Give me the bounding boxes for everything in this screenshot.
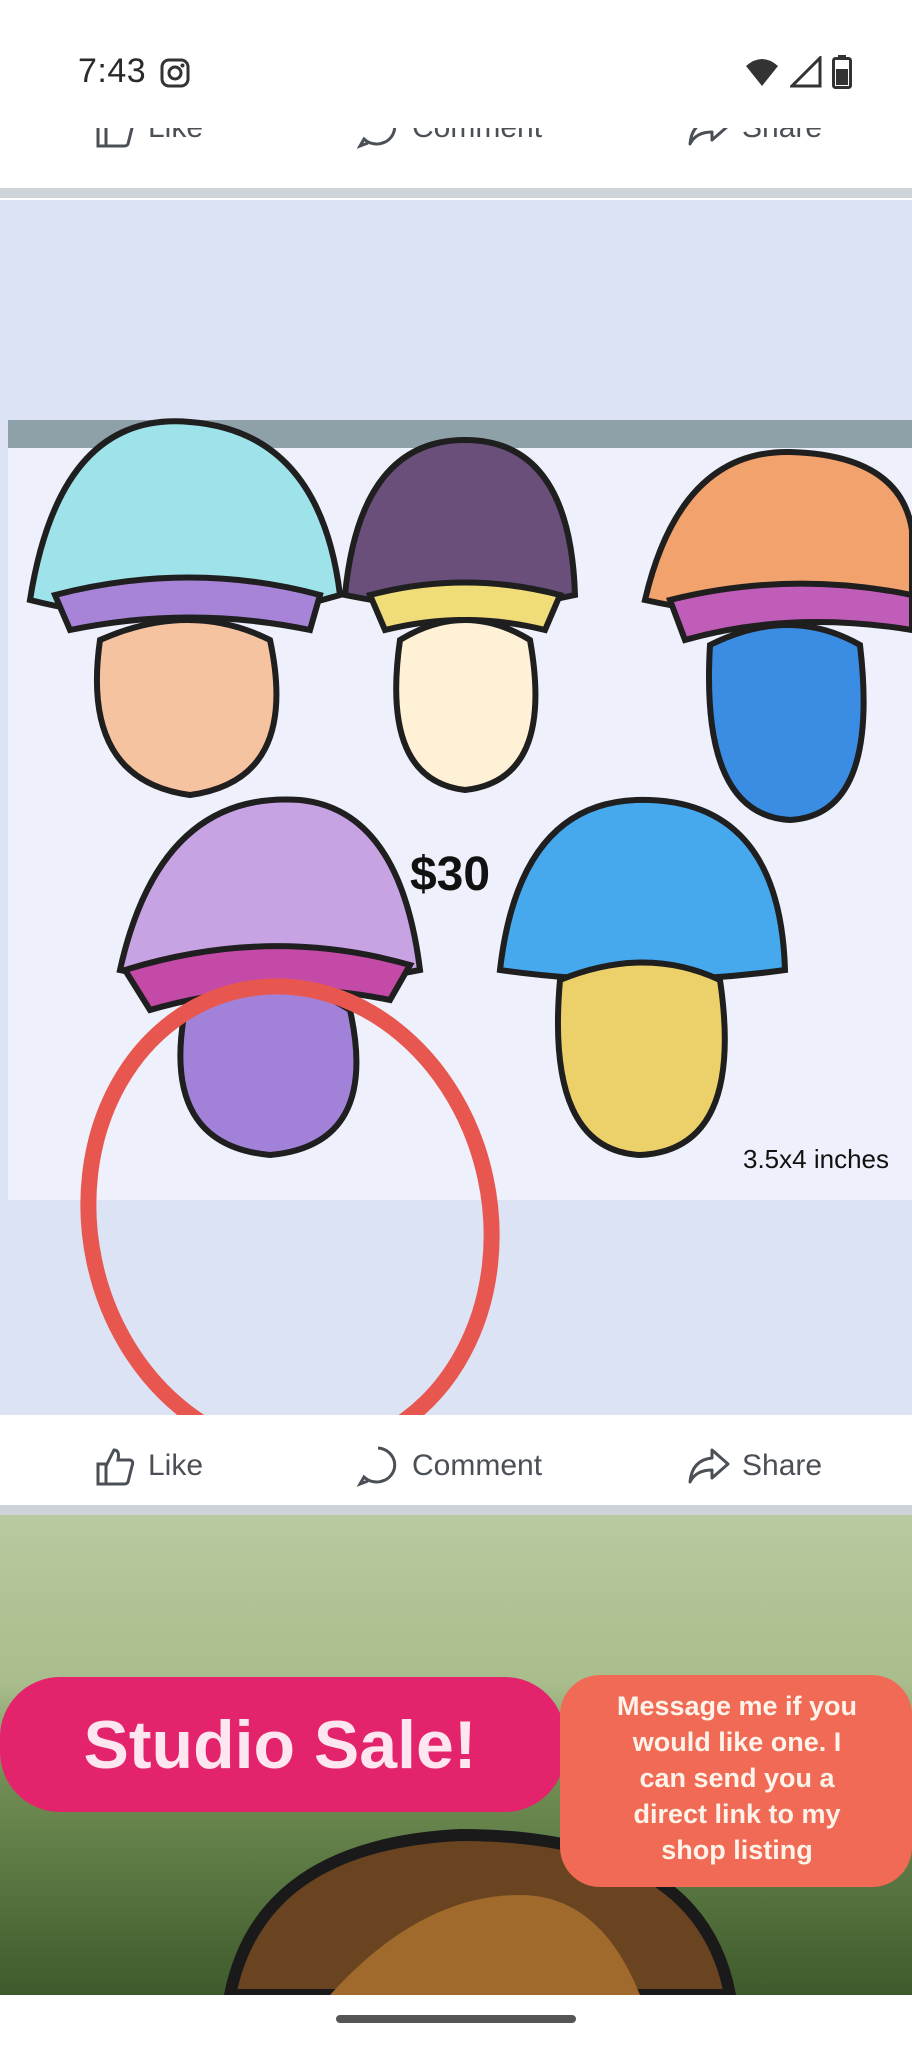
- thumbs-up-icon: [96, 1448, 135, 1486]
- mushroom-suncatchers-image: X $30 3.5x4 inches: [0, 200, 912, 1415]
- next-post-image[interactable]: Studio Sale! Message me if you would lik…: [0, 1515, 912, 1995]
- share-label: Share: [742, 128, 822, 145]
- message-line: shop listing: [661, 1835, 813, 1865]
- like-button[interactable]: Like: [92, 128, 203, 150]
- message-line: direct link to my: [633, 1799, 840, 1829]
- status-bar: 7:43: [0, 0, 912, 130]
- instagram-icon: [160, 58, 190, 88]
- share-icon: [688, 1448, 730, 1484]
- previous-post-actions: Like Comment Share: [0, 128, 912, 188]
- comment-icon: [356, 1446, 397, 1487]
- navigation-bar: [0, 1995, 912, 2048]
- message-line: would like one. I: [632, 1727, 842, 1757]
- system-icons: [744, 55, 852, 89]
- wifi-icon: [746, 59, 778, 86]
- x-mark: X: [400, 200, 540, 245]
- comment-label: Comment: [412, 128, 542, 145]
- price-overlay: $30: [410, 848, 490, 901]
- battery-icon: [832, 55, 852, 89]
- post-divider: [0, 188, 912, 198]
- comment-button[interactable]: Comment: [356, 128, 542, 150]
- home-gesture-handle[interactable]: [336, 2015, 576, 2023]
- like-label: Like: [148, 128, 203, 145]
- share-button[interactable]: Share: [686, 1444, 822, 1488]
- comment-label: Comment: [412, 1449, 543, 1482]
- share-button[interactable]: Share: [686, 128, 822, 150]
- sale-banner-text: Studio Sale!: [84, 1707, 477, 1783]
- like-button[interactable]: Like: [92, 1444, 203, 1488]
- message-line: can send you a: [639, 1763, 835, 1793]
- thumbs-up-icon: [96, 128, 134, 148]
- share-label: Share: [742, 1449, 823, 1482]
- share-icon: [688, 128, 728, 146]
- message-line: Message me if you: [617, 1691, 857, 1721]
- like-label: Like: [148, 1449, 204, 1482]
- post-photo[interactable]: X $30 3.5x4 inches: [0, 200, 912, 1415]
- signal-icon: [790, 56, 822, 88]
- comment-icon: [356, 128, 397, 149]
- size-label: 3.5x4 inches: [743, 1144, 889, 1174]
- comment-button[interactable]: Comment: [356, 1444, 542, 1488]
- studio-sale-image: Studio Sale! Message me if you would lik…: [0, 1675, 912, 1995]
- post-divider: [0, 1505, 912, 1515]
- status-time: 7:43: [78, 52, 147, 90]
